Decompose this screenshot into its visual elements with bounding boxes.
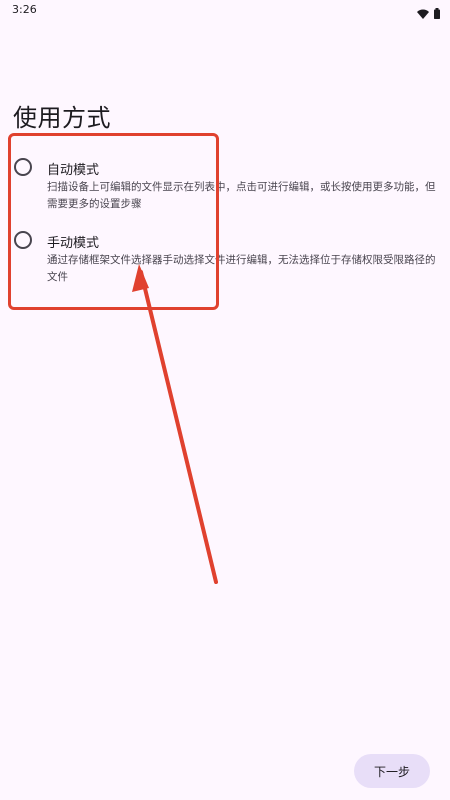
option-manual-title: 手动模式 — [47, 236, 100, 251]
status-icons — [417, 4, 440, 23]
option-auto-description: 扫描设备上可编辑的文件显示在列表中，点击可进行编辑，或长按使用更多功能，但需要更… — [47, 181, 436, 210]
radio-button-auto[interactable] — [14, 158, 32, 176]
status-bar: 3:26 — [0, 0, 450, 22]
option-manual-description: 通过存储框架文件选择器手动选择文件进行编辑，无法选择位于存储权限受限路径的文件 — [47, 254, 436, 283]
radio-button-manual[interactable] — [14, 231, 32, 249]
next-button[interactable]: 下一步 — [354, 754, 430, 788]
wifi-icon — [417, 4, 429, 23]
battery-icon — [434, 4, 440, 23]
option-auto-title: 自动模式 — [47, 163, 100, 178]
status-time: 3:26 — [12, 3, 37, 16]
page-title: 使用方式 — [13, 104, 111, 132]
